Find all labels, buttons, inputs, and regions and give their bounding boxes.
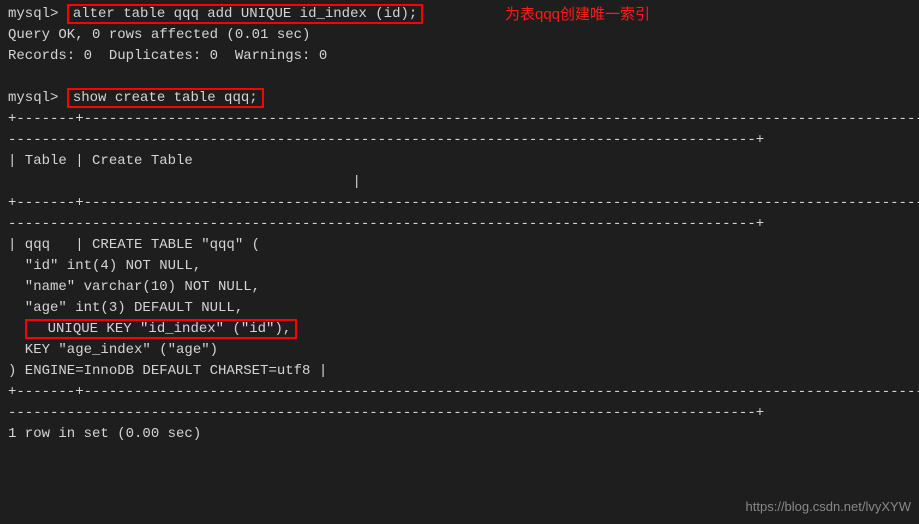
highlighted-cmd2: show create table qqq; [67, 88, 264, 108]
table-border-top2: ----------------------------------------… [8, 130, 911, 151]
create-table-line5: UNIQUE KEY "id_index" ("id"), [8, 319, 911, 340]
mysql-prompt: mysql> [8, 6, 58, 22]
table-border-mid1: +-------+-------------------------------… [8, 193, 911, 214]
mysql-prompt: mysql> [8, 90, 58, 106]
annotation-1: 为表qqq创建唯一索引 [505, 4, 650, 27]
table-header-end: | [8, 172, 911, 193]
table-border-top1: +-------+-------------------------------… [8, 109, 911, 130]
table-border-mid2: ----------------------------------------… [8, 214, 911, 235]
highlighted-cmd1: alter table qqq add UNIQUE id_index (id)… [67, 4, 423, 24]
create-table-line6: KEY "age_index" ("age") [8, 340, 911, 361]
highlighted-unique-key: UNIQUE KEY "id_index" ("id"), [25, 319, 297, 339]
create-table-line4: "age" int(3) DEFAULT NULL, [8, 298, 911, 319]
table-border-bot2: ----------------------------------------… [8, 403, 911, 424]
create-table-line1: | qqq | CREATE TABLE "qqq" ( [8, 235, 911, 256]
table-header: | Table | Create Table [8, 151, 911, 172]
create-table-line2: "id" int(4) NOT NULL, [8, 256, 911, 277]
create-table-line3: "name" varchar(10) NOT NULL, [8, 277, 911, 298]
terminal-output-1b: Records: 0 Duplicates: 0 Warnings: 0 [8, 46, 911, 67]
result-footer: 1 row in set (0.00 sec) [8, 424, 911, 445]
terminal-output-1a: Query OK, 0 rows affected (0.01 sec) [8, 25, 911, 46]
blank-line [8, 67, 911, 88]
create-table-line7: ) ENGINE=InnoDB DEFAULT CHARSET=utf8 | [8, 361, 911, 382]
terminal-line-cmd2: mysql> show create table qqq; [8, 88, 911, 109]
watermark: https://blog.csdn.net/lvyXYW [746, 497, 911, 517]
terminal-line-cmd1: mysql> alter table qqq add UNIQUE id_ind… [8, 4, 911, 25]
table-border-bot1: +-------+-------------------------------… [8, 382, 911, 403]
